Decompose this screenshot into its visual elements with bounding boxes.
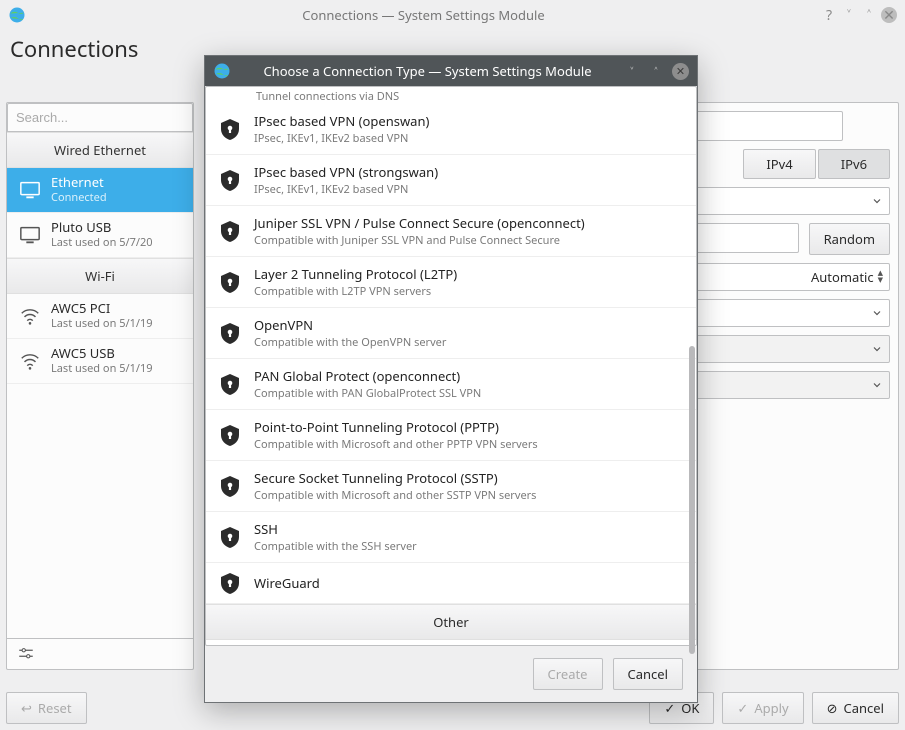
- dialog-titlebar[interactable]: Choose a Connection Type — System Settin…: [205, 56, 697, 86]
- vpn-item[interactable]: PAN Global Protect (openconnect)Compatib…: [206, 359, 696, 410]
- conn-status: Last used on 5/1/19: [51, 316, 153, 331]
- shield-icon: [218, 168, 242, 192]
- connection-type-list[interactable]: Tunnel connections via DNS IPsec based V…: [205, 86, 697, 646]
- vpn-item[interactable]: IPsec based VPN (strongswan)IPsec, IKEv1…: [206, 155, 696, 206]
- random-button[interactable]: Random: [809, 223, 890, 255]
- wifi-icon: [19, 350, 41, 372]
- vpn-title: IPsec based VPN (strongswan): [254, 163, 438, 181]
- shield-icon: [218, 372, 242, 396]
- chevron-down-icon[interactable]: ˅: [624, 63, 640, 79]
- monitor-icon: [19, 179, 41, 201]
- tab-ipv4[interactable]: IPv4: [743, 149, 815, 179]
- conn-name: Ethernet: [51, 175, 107, 190]
- vpn-item[interactable]: Point-to-Point Tunneling Protocol (PPTP)…: [206, 410, 696, 461]
- conn-status: Last used on 5/1/19: [51, 361, 153, 376]
- group-other: Other: [206, 604, 696, 640]
- conn-name: Pluto USB: [51, 220, 153, 235]
- sidebar-item-ethernet[interactable]: Ethernet Connected: [7, 168, 193, 213]
- vpn-item[interactable]: OpenVPNCompatible with the OpenVPN serve…: [206, 308, 696, 359]
- tab-ipv6[interactable]: IPv6: [818, 149, 890, 179]
- sidebar-item-awc5-usb[interactable]: AWC5 USB Last used on 5/1/19: [7, 339, 193, 384]
- shield-icon: [218, 525, 242, 549]
- vpn-desc: IPsec, IKEv1, IKEv2 based VPN: [254, 182, 438, 197]
- vpn-desc: Compatible with the OpenVPN server: [254, 335, 446, 350]
- shield-icon: [218, 474, 242, 498]
- shield-icon: [218, 321, 242, 345]
- conn-status: Connected: [51, 190, 107, 205]
- chevron-down-icon[interactable]: ˅: [841, 7, 857, 23]
- dialog-cancel-button[interactable]: Cancel: [613, 658, 683, 690]
- group-wired: Wired Ethernet: [7, 132, 193, 168]
- chevron-up-icon[interactable]: ˄: [861, 7, 877, 23]
- sidebar-toolbar: [7, 638, 193, 669]
- app-globe-icon: [213, 62, 231, 80]
- close-icon[interactable]: ✕: [672, 63, 689, 80]
- sidebar-item-awc5-pci[interactable]: AWC5 PCI Last used on 5/1/19: [7, 294, 193, 339]
- vpn-item[interactable]: Juniper SSL VPN / Pulse Connect Secure (…: [206, 206, 696, 257]
- vpn-desc: Compatible with PAN GlobalProtect SSL VP…: [254, 386, 481, 401]
- group-wifi: Wi-Fi: [7, 258, 193, 294]
- configure-icon[interactable]: [17, 645, 183, 663]
- spinner-icon: ▲▼: [878, 270, 883, 284]
- vpn-title: SSH: [254, 520, 417, 538]
- vpn-desc: Compatible with L2TP VPN servers: [254, 284, 457, 299]
- vpn-title: IPsec based VPN (openswan): [254, 112, 429, 130]
- combo-label: Automatic: [811, 268, 874, 286]
- sidebar-item-pluto[interactable]: Pluto USB Last used on 5/7/20: [7, 213, 193, 258]
- conn-name: AWC5 PCI: [51, 301, 153, 316]
- close-icon[interactable]: ✕: [881, 7, 897, 23]
- app-globe-icon: [8, 6, 26, 24]
- monitor-icon: [19, 224, 41, 246]
- window-titlebar: Connections — System Settings Module ? ˅…: [0, 0, 905, 30]
- vpn-item[interactable]: Layer 2 Tunneling Protocol (L2TP)Compati…: [206, 257, 696, 308]
- vpn-desc: IPsec, IKEv1, IKEv2 based VPN: [254, 131, 429, 146]
- conn-status: Last used on 5/7/20: [51, 235, 153, 250]
- vpn-item[interactable]: Secure Socket Tunneling Protocol (SSTP)C…: [206, 461, 696, 512]
- vpn-title: OpenVPN: [254, 316, 446, 334]
- chevron-up-icon[interactable]: ˄: [648, 63, 664, 79]
- dialog-title: Choose a Connection Type — System Settin…: [239, 62, 616, 80]
- shield-icon: [218, 270, 242, 294]
- vpn-truncated-desc: Tunnel connections via DNS: [206, 87, 696, 104]
- vpn-title: Point-to-Point Tunneling Protocol (PPTP): [254, 418, 538, 436]
- apply-button: ✓ Apply: [722, 692, 803, 724]
- vpn-item[interactable]: SSHCompatible with the SSH server: [206, 512, 696, 563]
- vpn-desc: Compatible with Microsoft and other SSTP…: [254, 488, 536, 503]
- vpn-title: Secure Socket Tunneling Protocol (SSTP): [254, 469, 536, 487]
- vpn-item[interactable]: WireGuard: [206, 563, 696, 604]
- vpn-desc: Compatible with the SSH server: [254, 539, 417, 554]
- cancel-button[interactable]: ⊘ Cancel: [812, 692, 899, 724]
- scrollbar-thumb[interactable]: [689, 346, 695, 654]
- wifi-icon: [19, 305, 41, 327]
- shield-icon: [218, 117, 242, 141]
- help-icon[interactable]: ?: [821, 7, 837, 23]
- vpn-title: Juniper SSL VPN / Pulse Connect Secure (…: [254, 214, 585, 232]
- reset-button: ↩ Reset: [6, 692, 87, 724]
- conn-name: AWC5 USB: [51, 346, 153, 361]
- window-title: Connections — System Settings Module: [26, 6, 821, 24]
- vpn-desc: Compatible with Microsoft and other PPTP…: [254, 437, 538, 452]
- shield-icon: [218, 571, 242, 595]
- vpn-title: Layer 2 Tunneling Protocol (L2TP): [254, 265, 457, 283]
- vpn-desc: Compatible with Juniper SSL VPN and Puls…: [254, 233, 585, 248]
- connections-sidebar: Wired Ethernet Ethernet Connected Pluto …: [6, 102, 194, 670]
- vpn-title: WireGuard: [254, 574, 320, 592]
- shield-icon: [218, 219, 242, 243]
- choose-connection-dialog: Choose a Connection Type — System Settin…: [204, 55, 698, 703]
- shield-icon: [218, 423, 242, 447]
- vpn-item[interactable]: IPsec based VPN (openswan)IPsec, IKEv1, …: [206, 104, 696, 155]
- search-input[interactable]: [7, 103, 193, 132]
- vpn-title: PAN Global Protect (openconnect): [254, 367, 481, 385]
- create-button: Create: [533, 658, 603, 690]
